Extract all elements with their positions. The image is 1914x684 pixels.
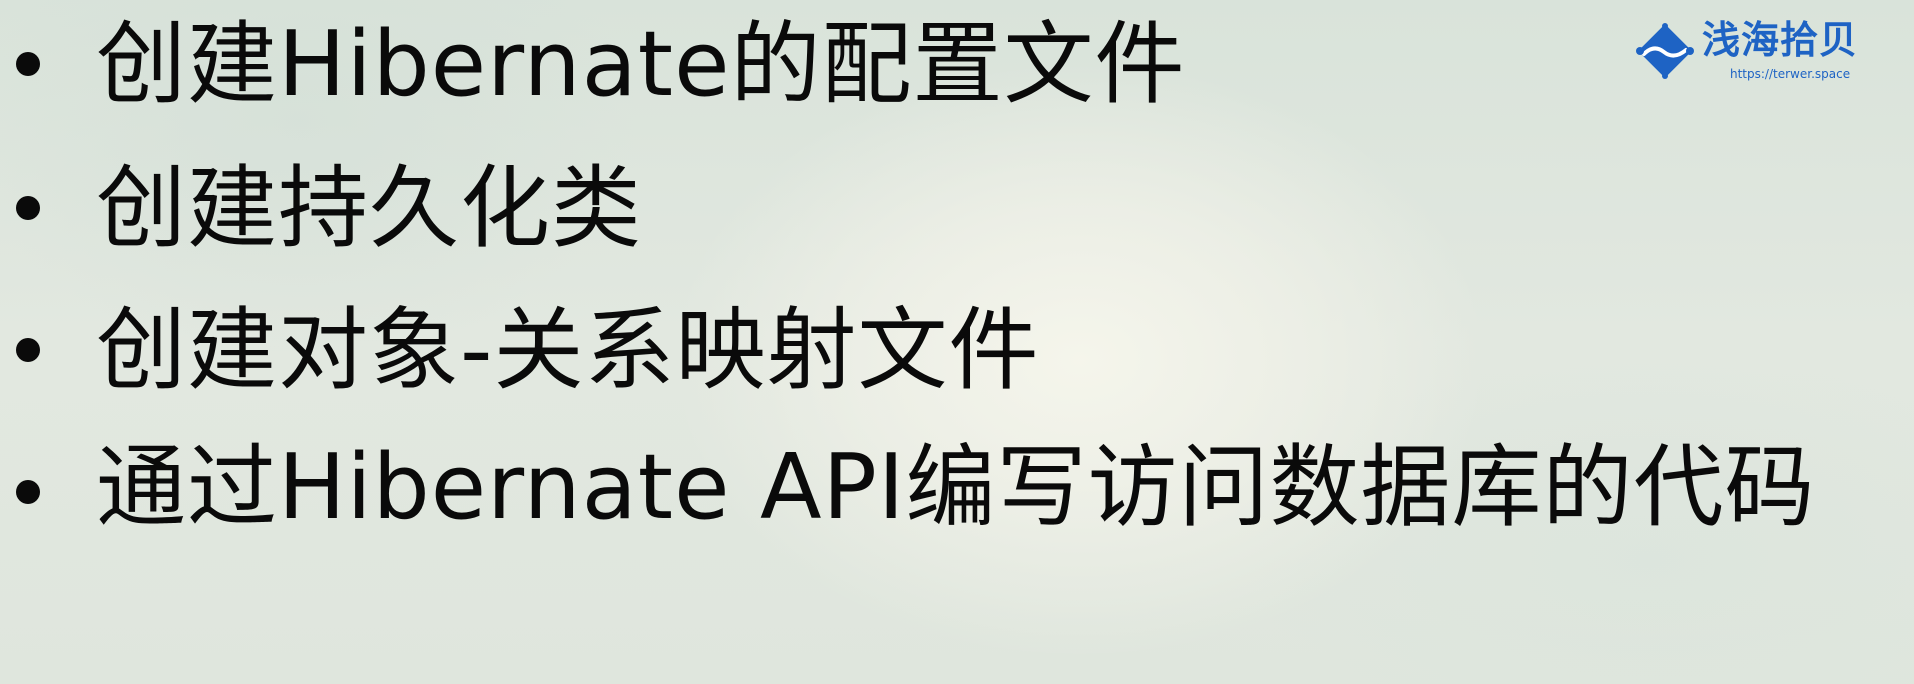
diamond-wave-logo-icon: [1636, 23, 1694, 79]
bullet-dot-icon: [16, 338, 40, 362]
bullet-list: 创建Hibernate的配置文件 创建持久化类 创建对象-关系映射文件 通过Hi…: [0, 0, 1914, 684]
watermark-url: https://terwer.space: [1730, 67, 1851, 81]
bullet-text: 通过Hibernate API编写访问数据库的代码: [96, 435, 1816, 540]
bullet-text: 创建持久化类: [96, 156, 642, 261]
watermark-title: 浅海拾贝: [1702, 18, 1859, 62]
bullet-dot-icon: [16, 52, 40, 76]
watermark: 浅海拾贝 https://terwer.space: [1634, 14, 1894, 88]
bullet-text: 创建Hibernate的配置文件: [96, 12, 1186, 117]
bullet-dot-icon: [16, 480, 40, 504]
bullet-dot-icon: [16, 196, 40, 220]
bullet-text: 创建对象-关系映射文件: [96, 298, 1040, 403]
